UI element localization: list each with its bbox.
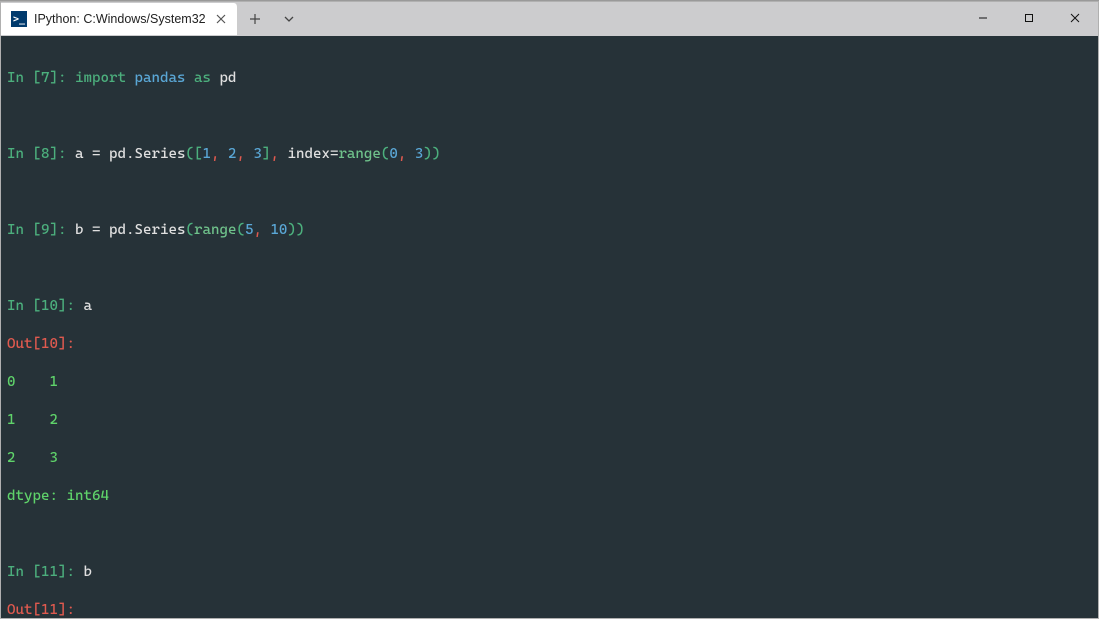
chevron-down-icon bbox=[283, 13, 295, 25]
titlebar: >_ IPython: C:Windows/System32 bbox=[1, 2, 1098, 36]
close-window-button[interactable] bbox=[1052, 2, 1098, 34]
in-line: In [11]: b bbox=[7, 563, 1094, 582]
kw-import: import bbox=[75, 70, 126, 86]
out-label: Out[ bbox=[7, 336, 41, 352]
in-line: In [10]: a bbox=[7, 297, 1094, 316]
num: 0 bbox=[389, 146, 398, 162]
punc: ) bbox=[423, 146, 432, 162]
blank-line bbox=[7, 183, 1094, 202]
close-tab-button[interactable] bbox=[213, 11, 229, 27]
alias-pd: pd bbox=[219, 70, 236, 86]
out-data: 0 1 bbox=[7, 373, 1094, 392]
op: = bbox=[92, 146, 101, 162]
punc: ) bbox=[296, 222, 305, 238]
var: pd bbox=[109, 146, 126, 162]
new-tab-button[interactable] bbox=[238, 2, 272, 36]
builtin: range bbox=[194, 222, 236, 238]
prompt-in: In [9]: bbox=[7, 222, 75, 238]
out-data: 1 2 bbox=[7, 411, 1094, 430]
prompt-in: In [7]: bbox=[7, 70, 75, 86]
out-line: Out[10]: bbox=[7, 335, 1094, 354]
out-num: 11 bbox=[41, 602, 58, 618]
prompt-in: In [10]: bbox=[7, 298, 83, 314]
powershell-icon: >_ bbox=[11, 11, 27, 27]
prompt-in: In [11]: bbox=[7, 564, 83, 580]
punc: ( bbox=[236, 222, 245, 238]
minimize-icon bbox=[978, 13, 988, 23]
comma: , bbox=[398, 146, 407, 162]
blank-line bbox=[7, 525, 1094, 544]
comma: , bbox=[270, 146, 279, 162]
punc: ( bbox=[185, 146, 194, 162]
out-label: Out[ bbox=[7, 602, 41, 618]
terminal-output[interactable]: In [7]: import pandas as pd In [8]: a = … bbox=[1, 36, 1098, 618]
attr: Series bbox=[134, 146, 185, 162]
punc: ) bbox=[432, 146, 441, 162]
out-line: Out[11]: bbox=[7, 601, 1094, 618]
close-icon bbox=[1070, 13, 1080, 23]
builtin: range bbox=[338, 146, 380, 162]
minimize-button[interactable] bbox=[960, 2, 1006, 34]
var: pd bbox=[109, 222, 126, 238]
tabs-dropdown-button[interactable] bbox=[272, 2, 306, 36]
tab-active[interactable]: >_ IPython: C:Windows/System32 bbox=[1, 3, 238, 35]
out-data: 2 3 bbox=[7, 449, 1094, 468]
comma: , bbox=[211, 146, 220, 162]
mod-pandas: pandas bbox=[134, 70, 185, 86]
prompt-in: In [8]: bbox=[7, 146, 75, 162]
in-line: In [7]: import pandas as pd bbox=[7, 69, 1094, 88]
plus-icon bbox=[249, 13, 261, 25]
close-icon bbox=[216, 14, 226, 24]
tab-title: IPython: C:Windows/System32 bbox=[34, 12, 206, 26]
punc: ( bbox=[185, 222, 194, 238]
out-dtype: dtype: int64 bbox=[7, 487, 1094, 506]
out-tail: ]: bbox=[58, 336, 75, 352]
num: 10 bbox=[270, 222, 287, 238]
out-tail: ]: bbox=[58, 602, 75, 618]
comma: , bbox=[253, 222, 262, 238]
num: 3 bbox=[253, 146, 262, 162]
op: = bbox=[92, 222, 101, 238]
kwarg: index bbox=[287, 146, 329, 162]
out-num: 10 bbox=[41, 336, 58, 352]
punc: ) bbox=[287, 222, 296, 238]
kw-as: as bbox=[194, 70, 211, 86]
window-controls bbox=[960, 2, 1098, 36]
num: 1 bbox=[202, 146, 211, 162]
in-line: In [8]: a = pd.Series([1, 2, 3], index=r… bbox=[7, 145, 1094, 164]
blank-line bbox=[7, 107, 1094, 126]
blank-line bbox=[7, 259, 1094, 278]
maximize-icon bbox=[1024, 13, 1034, 23]
maximize-button[interactable] bbox=[1006, 2, 1052, 34]
in-line: In [9]: b = pd.Series(range(5, 10)) bbox=[7, 221, 1094, 240]
expr: a bbox=[83, 298, 92, 314]
app-window: >_ IPython: C:Windows/System32 bbox=[0, 1, 1099, 619]
attr: Series bbox=[134, 222, 185, 238]
var: a bbox=[75, 146, 84, 162]
comma: , bbox=[236, 146, 245, 162]
expr: b bbox=[83, 564, 92, 580]
var: b bbox=[75, 222, 84, 238]
